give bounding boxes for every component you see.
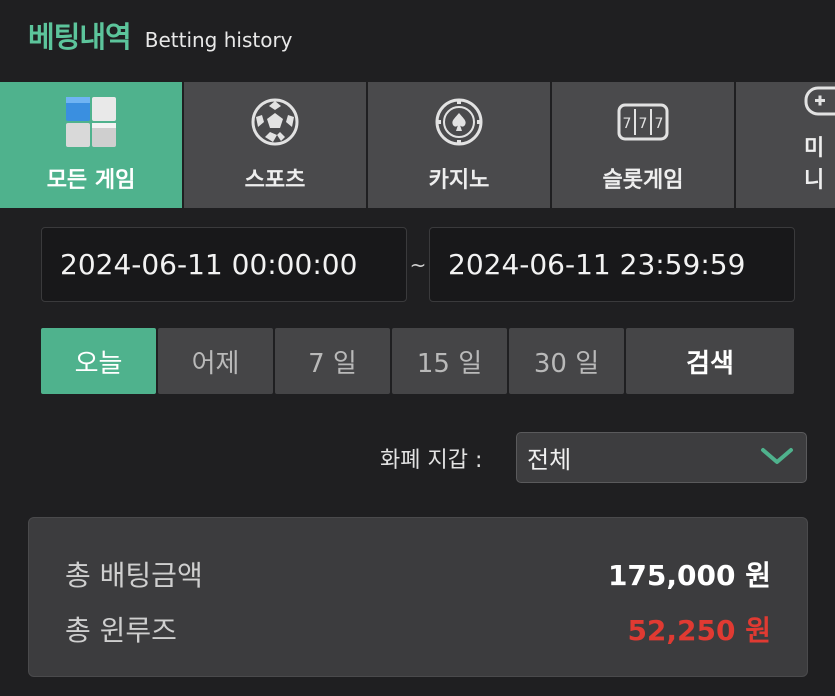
soccer-ball-icon: [245, 92, 305, 152]
period-7days-button[interactable]: 7 일: [275, 328, 390, 394]
gamepad-icon: [804, 80, 835, 120]
period-today-button[interactable]: 오늘: [41, 328, 156, 394]
currency-wallet-filter: 화폐 지갑 : 전체: [380, 432, 807, 483]
end-date-field[interactable]: 2024-06-11 23:59:59: [429, 227, 795, 302]
tab-all-games[interactable]: 모든 게임: [0, 82, 182, 208]
svg-text:7: 7: [655, 116, 664, 132]
currency-select[interactable]: 전체: [516, 432, 807, 483]
total-winloss-label: 총 윈루즈: [65, 613, 177, 647]
search-button[interactable]: 검색: [626, 328, 794, 394]
total-winloss-row: 총 윈루즈 52,250 원: [65, 601, 771, 656]
period-filter: 오늘 어제 7 일 15 일 30 일 검색: [41, 328, 794, 394]
tab-mini[interactable]: 미니: [736, 82, 835, 208]
period-30days-button[interactable]: 30 일: [509, 328, 624, 394]
date-separator: ~: [409, 252, 427, 277]
tab-label: 카지노: [428, 168, 490, 193]
slot-machine-icon: 7 7 7: [613, 92, 673, 152]
svg-text:7: 7: [639, 116, 648, 132]
game-category-tabs: 모든 게임 스포츠 카지노 7 7 7 슬롯게임 미니: [0, 82, 835, 208]
date-range: 2024-06-11 00:00:00 ~ 2024-06-11 23:59:5…: [41, 227, 795, 302]
tab-casino[interactable]: 카지노: [368, 82, 550, 208]
betting-summary-panel: 총 배팅금액 175,000 원 총 윈루즈 52,250 원: [28, 517, 808, 677]
period-15days-button[interactable]: 15 일: [392, 328, 507, 394]
tab-label: 모든 게임: [46, 168, 136, 193]
page-header: 베팅내역 Betting history: [28, 14, 293, 64]
page-subtitle: Betting history: [144, 28, 293, 52]
total-winloss-value: 52,250 원: [627, 613, 771, 647]
tab-label: 스포츠: [244, 168, 306, 193]
period-yesterday-button[interactable]: 어제: [158, 328, 273, 394]
currency-label: 화폐 지갑 :: [380, 447, 483, 473]
tab-slot-games[interactable]: 7 7 7 슬롯게임: [552, 82, 734, 208]
tab-sports[interactable]: 스포츠: [184, 82, 366, 208]
svg-text:7: 7: [623, 116, 632, 132]
start-date-field[interactable]: 2024-06-11 00:00:00: [41, 227, 407, 302]
total-bet-label: 총 배팅금액: [65, 558, 203, 592]
tab-label: 미니: [804, 136, 825, 193]
currency-selected-value: 전체: [527, 446, 572, 474]
tab-label: 슬롯게임: [602, 168, 684, 193]
cubes-icon: [61, 92, 121, 152]
chevron-down-icon: [760, 444, 794, 472]
casino-chip-icon: [429, 92, 489, 152]
page-title: 베팅내역: [28, 20, 132, 54]
total-bet-row: 총 배팅금액 175,000 원: [65, 546, 771, 601]
total-bet-value: 175,000 원: [607, 558, 771, 592]
